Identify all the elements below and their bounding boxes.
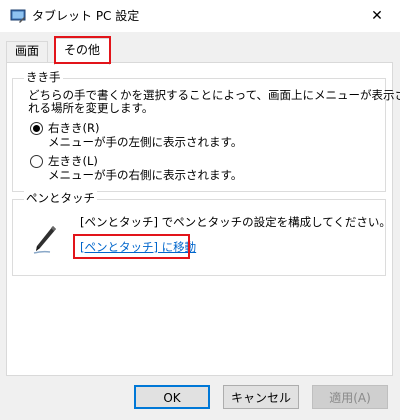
tablet-pc-settings-dialog: タブレット PC 設定 ✕ 画面 その他 きき手 どちらの手で書くかを選択するこ…: [0, 0, 400, 420]
right-handed-detail: メニューが手の左側に表示されます。: [48, 135, 243, 149]
left-handed-radio[interactable]: [30, 155, 43, 168]
close-button[interactable]: ✕: [354, 0, 400, 32]
handedness-description-line2: れる場所を変更します。: [28, 101, 154, 115]
tablet-pc-icon: [10, 9, 26, 23]
right-handed-label[interactable]: 右きき(R): [48, 121, 99, 135]
pen-icon: [33, 226, 56, 254]
cancel-button[interactable]: キャンセル: [223, 385, 299, 409]
go-to-pen-touch-link[interactable]: [ペンとタッチ] に移動: [80, 240, 196, 254]
pen-touch-legend: ペンとタッチ: [24, 190, 97, 206]
window-title: タブレット PC 設定: [32, 9, 140, 23]
ok-button[interactable]: OK: [134, 385, 210, 409]
right-handed-radio[interactable]: [30, 122, 43, 135]
tab-display[interactable]: 画面: [6, 41, 48, 62]
pen-touch-description: [ペンとタッチ] でペンとタッチの設定を構成してください。: [80, 215, 391, 229]
pen-touch-group: [12, 199, 386, 276]
apply-button[interactable]: 適用(A): [312, 385, 388, 409]
left-handed-label[interactable]: 左きき(L): [48, 154, 98, 168]
handedness-legend: きき手: [24, 69, 63, 85]
tab-other[interactable]: その他: [54, 38, 110, 65]
left-handed-detail: メニューが手の右側に表示されます。: [48, 168, 243, 182]
title-bar: タブレット PC 設定 ✕: [0, 0, 400, 32]
handedness-description-line1: どちらの手で書くかを選択することによって、画面上にメニューが表示さ: [28, 88, 400, 102]
close-icon: ✕: [371, 8, 383, 24]
